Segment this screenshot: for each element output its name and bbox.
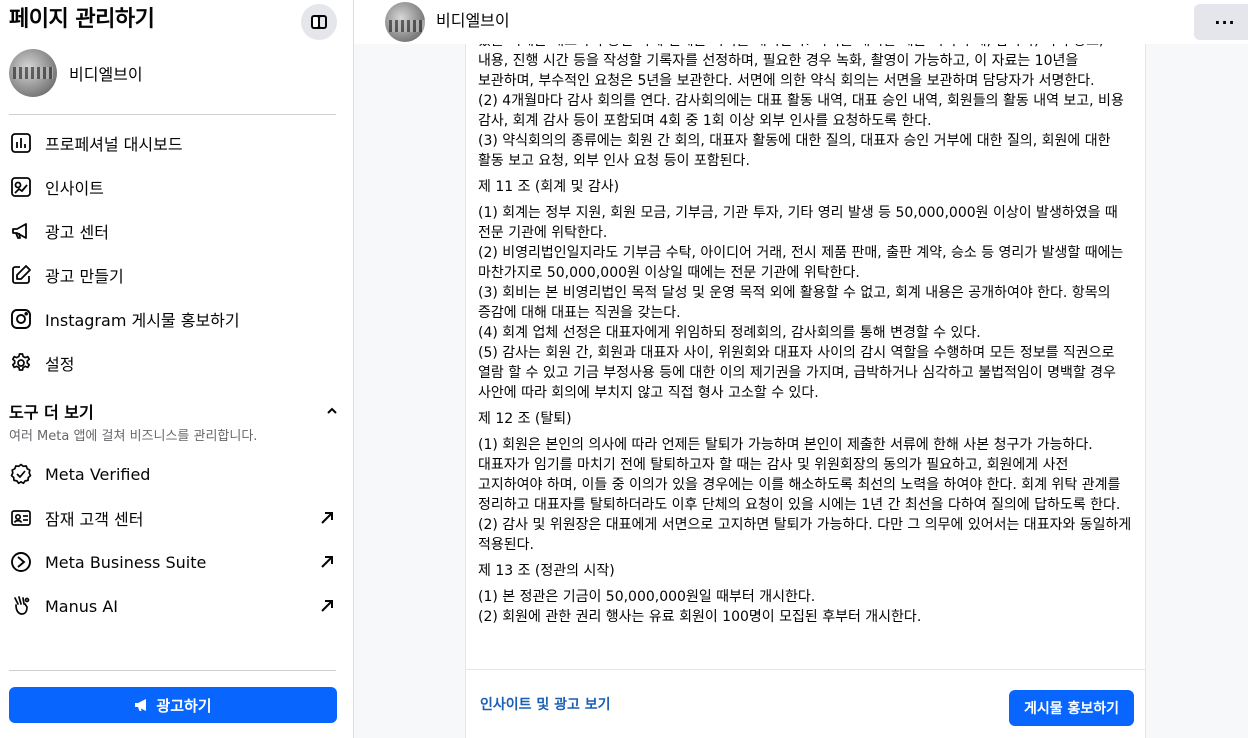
more-dots-icon: ··· (1214, 12, 1236, 32)
right-gutter (1146, 44, 1248, 738)
menu-item-meta-verified[interactable]: Meta Verified (9, 456, 339, 492)
header-page-avatar[interactable] (385, 2, 425, 42)
post-paragraph: (1) 본 정관은 기금이 50,000,000원일 때부터 개시한다. (478, 589, 816, 605)
gear-icon (9, 351, 33, 375)
page-profile-row[interactable]: 비디엘브이 (9, 48, 339, 98)
post-paragraph: (3) 회비는 본 비영리법인 목적 달성 및 운영 목적 외에 활용할 수 없… (478, 285, 1111, 321)
insights-icon (9, 175, 33, 199)
sidebar-toggle-button[interactable] (301, 4, 337, 40)
contact-card-icon (9, 506, 33, 530)
menu-item-audience-center[interactable]: 잠재 고객 센터 (9, 500, 339, 536)
external-link-icon (315, 506, 339, 530)
menu-item-create-ad[interactable]: 광고 만들기 (9, 257, 339, 293)
megaphone-icon (9, 219, 33, 243)
page-avatar (9, 49, 57, 97)
menu-item-label: 광고 센터 (45, 223, 109, 242)
post-body[interactable]: 있을 시에는 대표자의 승인 하에 언제든 회의를 개시한다. 회의를 개시할 … (478, 44, 1132, 627)
post-paragraph: (4) 회계 업체 선정은 대표자에게 위임하되 정례회의, 감사회의를 통해 … (478, 325, 981, 341)
article-heading: 제 13 조 (정관의 시작) (478, 563, 615, 579)
edit-icon (9, 263, 33, 287)
dashboard-icon (9, 131, 33, 155)
menu-item-label: 잠재 고객 센터 (45, 510, 144, 529)
menu-item-label: Meta Business Suite (45, 552, 207, 572)
divider (9, 114, 336, 115)
article-heading: 제 12 조 (탈퇴) (478, 411, 572, 427)
menu-item-label: 설정 (45, 355, 75, 374)
post-paragraph: (1) 회원은 본인의 의사에 따라 언제든 탈퇴가 가능하며 본인이 제출한 … (478, 437, 1121, 513)
menu-item-ad-center[interactable]: 광고 센터 (9, 213, 339, 249)
chevron-up-icon (327, 407, 337, 414)
advertise-button-label: 광고하기 (156, 696, 212, 715)
menu-item-label: 프로페셔널 대시보드 (45, 135, 183, 154)
post-paragraph: (2) 회원에 관한 권리 행사는 유료 회원이 100명이 모집된 후부터 개… (478, 609, 922, 625)
megaphone-icon (135, 699, 147, 711)
manus-icon (9, 594, 33, 618)
view-insights-link[interactable]: 인사이트 및 광고 보기 (480, 694, 611, 714)
menu-item-instagram-boost[interactable]: Instagram 게시물 홍보하기 (9, 301, 339, 337)
post-paragraph: (2) 비영리법인일지라도 기부금 수탁, 아이디어 거래, 전시 제품 판매,… (478, 245, 1124, 281)
instagram-icon (9, 307, 33, 331)
verified-badge-icon (9, 462, 33, 486)
menu-item-label: Manus AI (45, 596, 118, 616)
top-bar: 비디엘브이 ··· (354, 0, 1248, 44)
menu-item-dashboard[interactable]: 프로페셔널 대시보드 (9, 125, 339, 161)
page-name: 비디엘브이 (69, 65, 143, 84)
post-paragraph: (3) 약식회의의 종류에는 회원 간 회의, 대표자 활동에 대한 질의, 대… (478, 133, 1111, 169)
menu-item-settings[interactable]: 설정 (9, 345, 339, 381)
menu-item-manus-ai[interactable]: Manus AI (9, 588, 339, 624)
menu-item-label: Meta Verified (45, 464, 151, 484)
header-page-name[interactable]: 비디엘브이 (436, 10, 510, 32)
menu-item-label: 광고 만들기 (45, 267, 124, 286)
external-link-icon (315, 550, 339, 574)
post-paragraph: (2) 감사 및 위원장은 대표에게 서면으로 고지하면 탈퇴가 가능하다. 다… (478, 517, 1132, 553)
divider (9, 670, 336, 671)
menu-item-insights[interactable]: 인사이트 (9, 169, 339, 205)
tools-section-header[interactable]: 도구 더 보기 (9, 400, 339, 422)
menu-item-label: 인사이트 (45, 179, 104, 198)
post-card-footer: 인사이트 및 광고 보기 게시물 홍보하기 (466, 669, 1145, 738)
menu-item-business-suite[interactable]: Meta Business Suite (9, 544, 339, 580)
post-card: 있을 시에는 대표자의 승인 하에 언제든 회의를 개시한다. 회의를 개시할 … (465, 44, 1146, 738)
more-options-button[interactable]: ··· (1194, 4, 1248, 40)
post-paragraph: 있을 시에는 대표자의 승인 하에 언제든 회의를 개시한다. 회의를 개시할 … (478, 44, 1104, 89)
panel-toggle-icon (311, 15, 327, 29)
tools-section-title: 도구 더 보기 (9, 403, 94, 422)
sidebar-title: 페이지 관리하기 (9, 7, 155, 32)
advertise-button[interactable]: 광고하기 (9, 687, 337, 723)
post-paragraph: (1) 회계는 정부 지원, 회원 모금, 기부금, 기관 투자, 기타 영리 … (478, 205, 1118, 241)
left-sidebar: 페이지 관리하기 비디엘브이 프로페셔널 대시보드 인사이트 광고 센터 광고 … (0, 0, 354, 738)
article-heading: 제 11 조 (회계 및 감사) (478, 179, 620, 195)
left-gutter (354, 44, 465, 738)
post-paragraph: (2) 4개월마다 감사 회의를 연다. 감사회의에는 대표 활동 내역, 대표… (478, 93, 1124, 129)
tools-section-subtitle: 여러 Meta 앱에 걸쳐 비즈니스를 관리합니다. (9, 429, 258, 444)
menu-item-label: Instagram 게시물 홍보하기 (45, 311, 240, 330)
post-paragraph: (5) 감사는 회원 간, 회원과 대표자 사이, 위원회와 대표자 사이의 감… (478, 345, 1116, 401)
external-link-icon (315, 594, 339, 618)
boost-post-button[interactable]: 게시물 홍보하기 (1009, 690, 1134, 726)
business-suite-icon (9, 550, 33, 574)
